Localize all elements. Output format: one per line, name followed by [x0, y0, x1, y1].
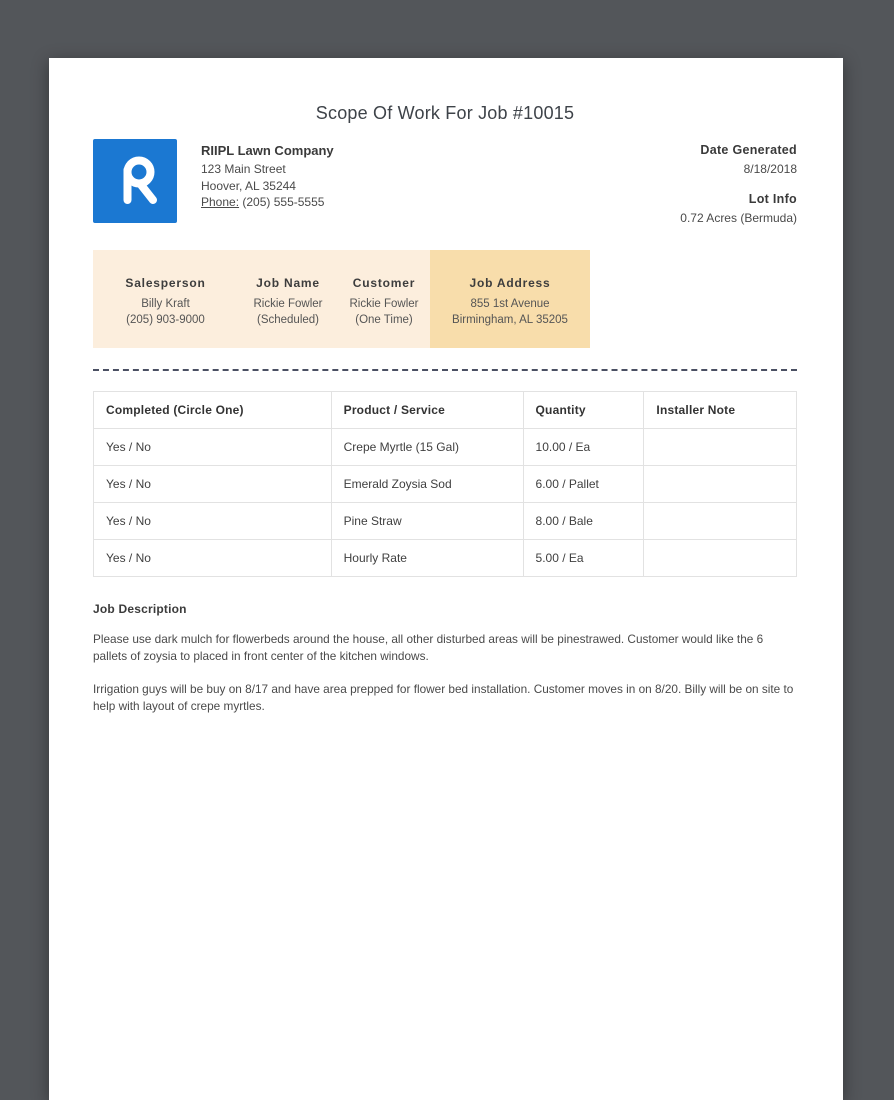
date-generated-value: 8/18/2018	[743, 162, 797, 176]
cell-installer-note	[643, 465, 797, 503]
cell-product: Hourly Rate	[330, 539, 524, 577]
table-row: Yes / No Hourly Rate 5.00 / Ea	[93, 539, 797, 577]
cell-quantity: 10.00 / Ea	[522, 428, 645, 466]
lot-info-group: Lot Info 0.72 Acres (Bermuda)	[680, 191, 797, 226]
document-meta: Date Generated 8/18/2018 Lot Info 0.72 A…	[680, 139, 797, 226]
job-address-label: Job Address	[469, 276, 551, 290]
job-description-heading: Job Description	[93, 602, 187, 616]
col-header-completed: Completed (Circle One)	[93, 391, 332, 429]
document-header: RIIPL Lawn Company 123 Main Street Hoove…	[93, 139, 797, 226]
job-name-label: Job Name	[256, 276, 320, 290]
cell-quantity: 5.00 / Ea	[522, 539, 645, 577]
table-header-row: Completed (Circle One) Product / Service…	[93, 391, 797, 429]
col-header-quantity: Quantity	[522, 391, 645, 429]
job-name-status: (Scheduled)	[256, 314, 319, 326]
job-info-customer: Customer Rickie Fowler (One Time)	[338, 250, 430, 348]
phone-label: Phone:	[201, 195, 240, 209]
cell-quantity: 8.00 / Bale	[522, 502, 645, 540]
customer-name: Rickie Fowler	[349, 298, 419, 310]
salesperson-name: Billy Kraft	[141, 298, 190, 310]
company-phone: Phone: (205) 555-5555	[201, 194, 334, 211]
company-info: RIIPL Lawn Company 123 Main Street Hoove…	[201, 139, 334, 211]
job-name-value: Rickie Fowler	[253, 298, 323, 310]
dashed-divider	[93, 369, 797, 371]
date-generated-group: Date Generated 8/18/2018	[680, 142, 797, 177]
company-logo	[93, 139, 177, 223]
cell-product: Pine Straw	[330, 502, 524, 540]
job-info-bar: Salesperson Billy Kraft (205) 903-9000 J…	[93, 250, 590, 348]
cell-completed: Yes / No	[93, 502, 332, 540]
cell-completed: Yes / No	[93, 465, 332, 503]
cell-product: Crepe Myrtle (15 Gal)	[330, 428, 524, 466]
cell-quantity: 6.00 / Pallet	[522, 465, 645, 503]
cell-product: Emerald Zoysia Sod	[330, 465, 524, 503]
col-header-installer-note: Installer Note	[643, 391, 797, 429]
customer-label: Customer	[352, 276, 416, 290]
table-row: Yes / No Emerald Zoysia Sod 6.00 / Palle…	[93, 465, 797, 503]
job-address-city: Birmingham, AL 35205	[452, 314, 568, 326]
job-info-salesperson: Salesperson Billy Kraft (205) 903-9000	[93, 250, 238, 348]
job-address-street: 855 1st Avenue	[470, 298, 550, 310]
company-name: RIIPL Lawn Company	[201, 143, 334, 158]
riipl-r-icon	[123, 156, 157, 204]
cell-installer-note	[643, 539, 797, 577]
lot-info-value: 0.72 Acres (Bermuda)	[680, 211, 797, 225]
job-info-job-name: Job Name Rickie Fowler (Scheduled)	[238, 250, 338, 348]
salesperson-label: Salesperson	[125, 276, 206, 290]
customer-type: (One Time)	[355, 314, 413, 326]
job-info-job-address: Job Address 855 1st Avenue Birmingham, A…	[430, 250, 590, 348]
cell-completed: Yes / No	[93, 428, 332, 466]
date-generated-label: Date Generated	[700, 143, 797, 157]
phone-number: (205) 555-5555	[242, 195, 325, 209]
app-background: { "page": { "title": "Scope Of Work For …	[0, 0, 894, 1100]
scope-of-work-table: Completed (Circle One) Product / Service…	[93, 391, 797, 577]
job-description-paragraph: Irrigation guys will be buy on 8/17 and …	[93, 682, 794, 713]
salesperson-phone: (205) 903-9000	[126, 314, 205, 326]
table-row: Yes / No Crepe Myrtle (15 Gal) 10.00 / E…	[93, 428, 797, 466]
table-row: Yes / No Pine Straw 8.00 / Bale	[93, 502, 797, 540]
cell-installer-note	[643, 428, 797, 466]
cell-completed: Yes / No	[93, 539, 332, 577]
cell-installer-note	[643, 502, 797, 540]
job-description-paragraph: Please use dark mulch for flowerbeds aro…	[93, 632, 764, 663]
company-address-line2: Hoover, AL 35244	[201, 178, 296, 193]
page-title: Scope Of Work For Job #10015	[315, 103, 575, 123]
document-page: Scope Of Work For Job #10015 RIIPL Lawn …	[49, 58, 843, 1100]
col-header-product: Product / Service	[330, 391, 524, 429]
lot-info-label: Lot Info	[748, 192, 797, 206]
company-address-line1: 123 Main Street	[201, 162, 286, 176]
